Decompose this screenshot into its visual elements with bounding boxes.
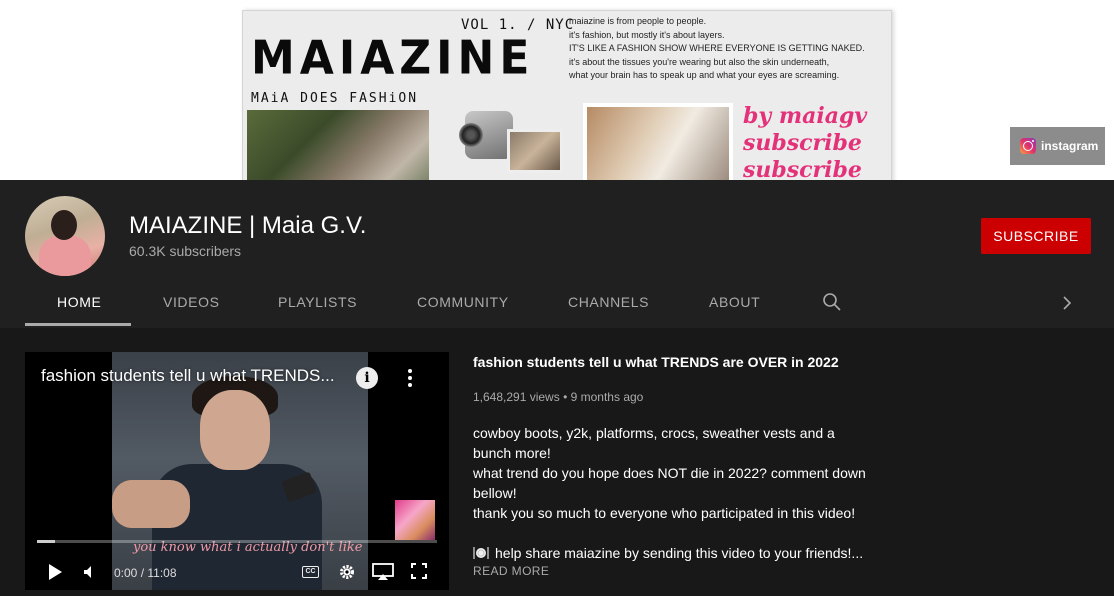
video-meta: 1,648,291 views • 9 months ago <box>473 390 643 404</box>
subscribe-button[interactable]: SUBSCRIBE <box>981 218 1091 254</box>
share-text: help share maiazine by sending this vide… <box>495 545 864 561</box>
gear-icon[interactable] <box>338 563 356 581</box>
volume-icon[interactable] <box>83 565 97 579</box>
play-icon[interactable] <box>47 563 63 581</box>
banner-blurb-line: what your brain has to speak up and what… <box>569 70 840 80</box>
banner-script-line: subscribe <box>743 157 862 180</box>
banner-script-line: by maiagv <box>743 103 868 129</box>
read-more-button[interactable]: READ MORE <box>473 564 549 578</box>
chevron-right-icon[interactable] <box>1059 294 1075 312</box>
banner-photo-model <box>583 103 733 180</box>
instagram-link[interactable]: instagram <box>1010 127 1105 165</box>
banner-blurb-line: it's about the tissues you're wearing bu… <box>569 56 830 67</box>
banner-logo: MAIAZINE <box>251 31 535 86</box>
banner-script-line: subscribe <box>743 130 862 156</box>
banner-blurb-line: it's fashion, but mostly it's about laye… <box>569 29 725 40</box>
subscriber-count: 60.3K subscribers <box>129 243 242 259</box>
tab-channels[interactable]: CHANNELS <box>568 294 649 310</box>
banner-blurb-line: IT'S LIKE A FASHION SHOW WHERE EVERYONE … <box>569 43 865 53</box>
description-line: cowboy boots, y2k, platforms, crocs, swe… <box>473 425 835 441</box>
instagram-icon <box>1020 138 1036 154</box>
airplay-icon[interactable] <box>372 563 394 581</box>
plate-icon <box>473 547 489 559</box>
view-count: 1,648,291 views <box>473 390 560 404</box>
banner-blurb: maiazine is from people to people. it's … <box>569 15 889 83</box>
description-share-line: help share maiazine by sending this vide… <box>473 543 873 563</box>
description-line: what trend do you hope does NOT die in 2… <box>473 465 866 481</box>
channel-banner: VOL 1. / NYC MAIAZINE MAiA DOES FASHiON … <box>0 0 1114 180</box>
playback-time: 0:00 / 11:08 <box>114 566 177 580</box>
avatar[interactable] <box>25 196 105 276</box>
banner-subtitle: MAiA DOES FASHiON <box>251 91 419 106</box>
banner-vol-text: VOL 1. / NYC <box>461 17 575 33</box>
channel-watermark[interactable] <box>395 500 435 540</box>
banner-artwork: VOL 1. / NYC MAIAZINE MAiA DOES FASHiON … <box>242 10 892 180</box>
more-vertical-icon[interactable] <box>402 366 418 390</box>
video-title-link[interactable]: fashion students tell u what TRENDS are … <box>473 354 839 370</box>
active-tab-indicator <box>25 323 131 326</box>
fullscreen-icon[interactable] <box>411 563 427 579</box>
tab-community[interactable]: COMMUNITY <box>417 294 509 310</box>
search-icon[interactable] <box>822 292 842 312</box>
info-icon[interactable]: i <box>356 367 378 389</box>
meta-separator: • <box>563 390 568 404</box>
instagram-link-label: instagram <box>1041 139 1099 153</box>
captions-icon[interactable]: CC <box>302 566 319 578</box>
upload-age: 9 months ago <box>570 390 644 404</box>
description-line: thank you so much to everyone who partic… <box>473 505 856 521</box>
channel-name: MAIAZINE | Maia G.V. <box>129 212 367 239</box>
tab-home[interactable]: HOME <box>57 294 101 310</box>
video-description: cowboy boots, y2k, platforms, crocs, swe… <box>473 423 873 563</box>
tab-videos[interactable]: VIDEOS <box>163 294 220 310</box>
banner-camera-image <box>457 95 567 175</box>
description-line: bunch more! <box>473 445 551 461</box>
progress-bar-fill <box>37 540 55 543</box>
player-overlay-title[interactable]: fashion students tell u what TRENDS... <box>41 366 335 386</box>
description-line: bellow! <box>473 485 517 501</box>
progress-bar[interactable] <box>37 540 437 543</box>
banner-script-text: by maiagv subscribe subscribe <box>743 103 867 180</box>
banner-blurb-line: maiazine is from people to people. <box>569 16 707 26</box>
tab-playlists[interactable]: PLAYLISTS <box>278 294 357 310</box>
tab-about[interactable]: ABOUT <box>709 294 760 310</box>
banner-photo-street <box>247 110 429 180</box>
